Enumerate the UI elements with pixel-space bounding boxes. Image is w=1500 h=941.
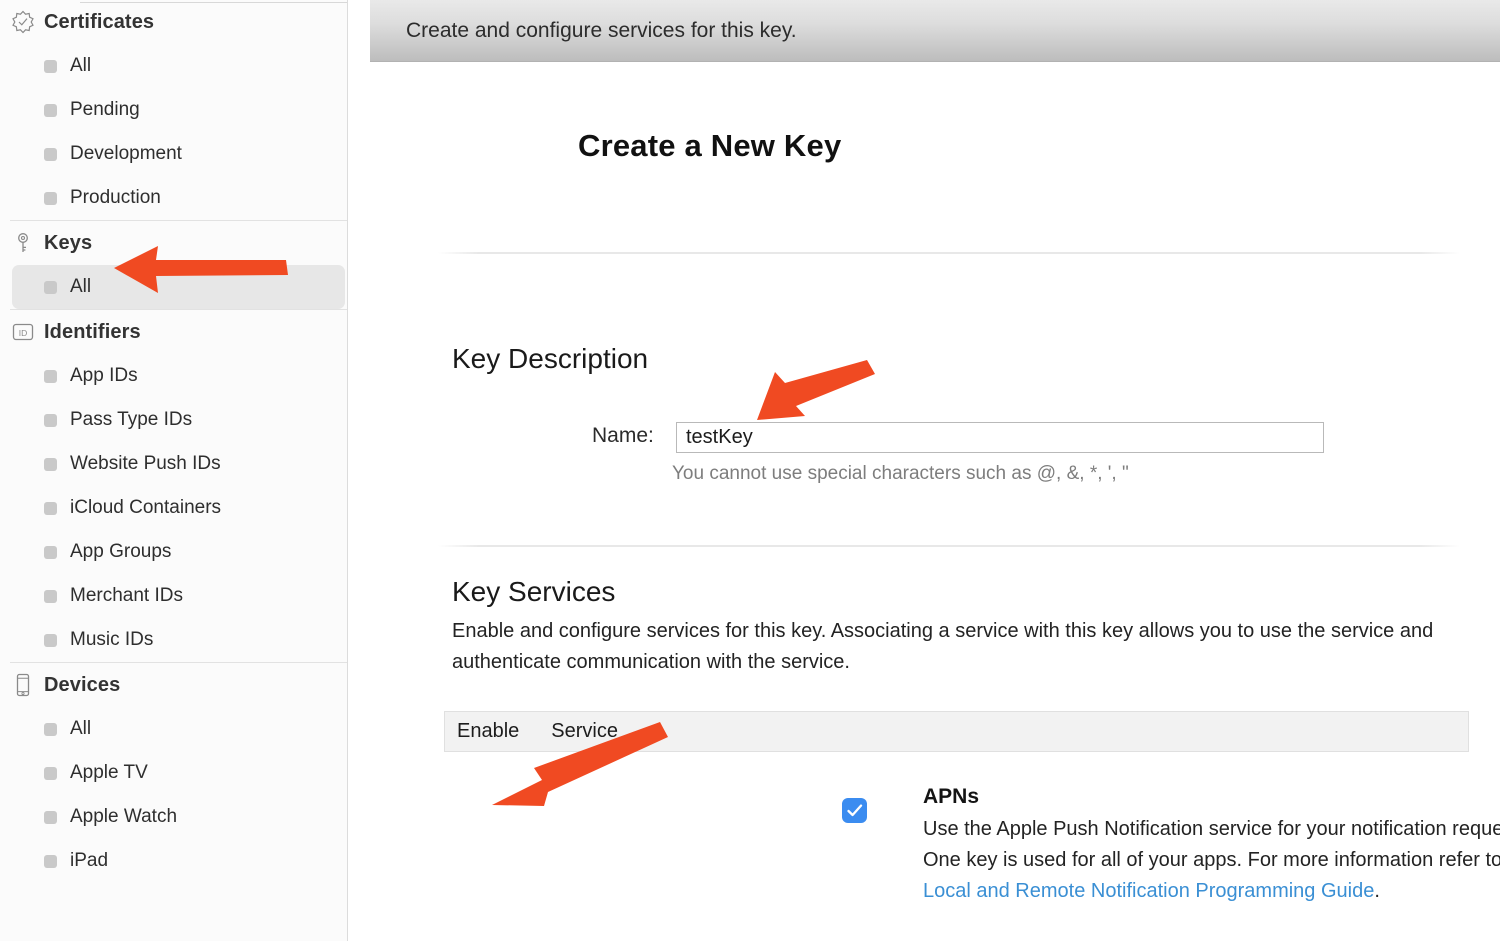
sidebar-item-label: Website Push IDs [70, 453, 221, 474]
sidebar-item-identifiers-music-ids[interactable]: Music IDs [12, 618, 345, 662]
sidebar-item-devices-ipad[interactable]: iPad [12, 839, 345, 883]
column-header-enable: Enable [457, 720, 520, 742]
bullet-icon [44, 457, 57, 471]
certificate-badge-icon [10, 9, 36, 35]
sidebar-item-devices-all[interactable]: All [12, 707, 345, 751]
bullet-icon [44, 147, 57, 161]
sidebar-item-identifiers-app-groups[interactable]: App Groups [12, 530, 345, 574]
sidebar-item-label: Pass Type IDs [70, 409, 193, 430]
sidebar-item-certificates-development[interactable]: Development [12, 132, 345, 176]
sidebar-item-label: Apple TV [70, 762, 148, 783]
key-icon [18, 233, 28, 252]
sidebar-item-identifiers-icloud-containers[interactable]: iCloud Containers [12, 486, 345, 530]
page-title: Create a New Key [578, 128, 842, 163]
checkmark-icon [847, 804, 863, 817]
bullet-icon [44, 633, 57, 647]
instruction-banner: Create and configure services for this k… [370, 0, 1500, 62]
apns-text-before-link: Use the Apple Push Notification service … [923, 818, 1500, 871]
key-services-heading: Key Services [452, 576, 616, 607]
sidebar-item-label: All [70, 55, 92, 76]
bullet-icon [44, 589, 57, 603]
apns-enable-checkbox[interactable] [843, 799, 866, 822]
sidebar-item-label: Production [70, 187, 161, 208]
key-name-input[interactable] [676, 422, 1324, 453]
iphone-icon [16, 673, 30, 697]
sidebar-item-label: Merchant IDs [70, 585, 183, 606]
sidebar-item-identifiers-pass-type-ids[interactable]: Pass Type IDs [12, 398, 345, 442]
iphone-icon [10, 672, 36, 698]
divider-above-key-description [438, 252, 1460, 254]
sidebar-item-label: iCloud Containers [70, 497, 222, 518]
sidebar-item-label: App Groups [70, 541, 172, 562]
sidebar-item-devices-apple-watch[interactable]: Apple Watch [12, 795, 345, 839]
bullet-icon [44, 191, 57, 205]
sidebar-item-label: iPad [70, 850, 109, 871]
name-field-hint: You cannot use special characters such a… [672, 463, 1129, 484]
id-box-icon: ID [12, 323, 34, 341]
bullet-icon [44, 413, 57, 427]
sidebar-item-certificates-production[interactable]: Production [12, 176, 345, 220]
sidebar-item-label: Apple Watch [70, 806, 178, 827]
banner-text: Create and configure services for this k… [406, 18, 797, 42]
bullet-icon [44, 810, 57, 824]
bullet-icon [44, 766, 57, 780]
sidebar-item-devices-apple-tv[interactable]: Apple TV [12, 751, 345, 795]
bullet-icon [44, 722, 57, 736]
sidebar-item-identifiers-app-ids[interactable]: App IDs [12, 354, 345, 398]
key-icon [10, 230, 36, 256]
bullet-icon [44, 854, 57, 868]
name-field-label: Name: [592, 424, 654, 447]
sidebar-section-identifiers[interactable]: ID Identifiers [0, 310, 347, 354]
key-services-description: Enable and configure services for this k… [452, 620, 1434, 673]
sidebar-section-title: Devices [44, 673, 121, 696]
sidebar-section-devices[interactable]: Devices [0, 663, 347, 707]
bullet-icon [44, 103, 57, 117]
sidebar-item-label: Music IDs [70, 629, 154, 650]
sidebar-item-label: All [70, 718, 92, 739]
app-window: Certificates All Pending Development Product… [0, 0, 1500, 941]
certificate-badge-icon [12, 10, 34, 34]
divider-above-key-services [438, 545, 1460, 547]
service-description-apns: Use the Apple Push Notification service … [923, 814, 1500, 907]
service-name-apns: APNs [923, 785, 980, 808]
bullet-icon [44, 369, 57, 383]
bullet-icon [44, 59, 57, 73]
sidebar-section-title: Keys [44, 231, 93, 254]
sidebar-item-identifiers-website-push-ids[interactable]: Website Push IDs [12, 442, 345, 486]
sidebar-top-divider [80, 2, 347, 3]
bullet-icon [44, 501, 57, 515]
sidebar-item-label: App IDs [70, 365, 138, 386]
sidebar-section-keys[interactable]: Keys [0, 221, 347, 265]
id-box-icon: ID [10, 319, 36, 345]
notification-programming-guide-link[interactable]: Local and Remote Notification Programmin… [923, 880, 1374, 902]
sidebar-item-keys-all[interactable]: All [12, 265, 345, 309]
apns-text-after-link: . [1374, 880, 1380, 902]
column-header-service: Service [551, 720, 618, 742]
main-content-panel: Create and configure services for this k… [370, 0, 1500, 941]
sidebar-item-label: Development [70, 143, 182, 164]
svg-text:ID: ID [19, 328, 28, 338]
bullet-icon [44, 545, 57, 559]
sidebar-item-label: Pending [70, 99, 140, 120]
key-description-heading: Key Description [452, 343, 649, 374]
bullet-icon [44, 280, 57, 294]
sidebar-item-identifiers-merchant-ids[interactable]: Merchant IDs [12, 574, 345, 618]
sidebar-item-certificates-pending[interactable]: Pending [12, 88, 345, 132]
sidebar-section-certificates[interactable]: Certificates [0, 0, 347, 44]
sidebar-section-title: Certificates [44, 10, 155, 33]
sidebar-item-label: All [70, 276, 92, 297]
sidebar-navigation: Certificates All Pending Development Product… [0, 0, 348, 941]
sidebar-item-certificates-all[interactable]: All [12, 44, 345, 88]
services-table-header: Enable Service [444, 711, 1469, 752]
sidebar-section-title: Identifiers [44, 320, 141, 343]
